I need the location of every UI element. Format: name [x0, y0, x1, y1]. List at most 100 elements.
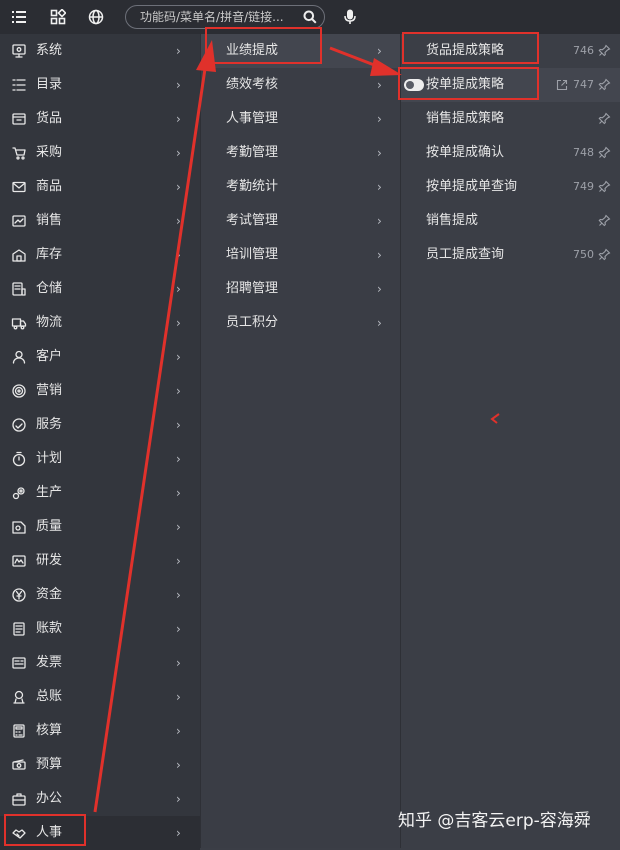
calculator-icon: [11, 723, 27, 739]
main-menu-item[interactable]: 质量 ›: [0, 510, 200, 544]
main-menu-item[interactable]: 货品 ›: [0, 102, 200, 136]
pin-icon[interactable]: [598, 44, 611, 57]
pin-icon[interactable]: [598, 180, 611, 193]
cash-icon: [11, 757, 27, 773]
globe-icon[interactable]: [88, 9, 104, 25]
leaf-menu-item-label: 货品提成策略: [426, 43, 505, 58]
rnd-icon: [11, 553, 27, 569]
main-menu-item[interactable]: 账款 ›: [0, 612, 200, 646]
main-menu-item[interactable]: 物流 ›: [0, 306, 200, 340]
leaf-menu-item-label: 按单提成策略: [426, 77, 505, 92]
chevron-right-icon: ›: [176, 486, 181, 500]
function-code: 747: [573, 78, 594, 91]
chevron-right-icon: ›: [377, 78, 382, 92]
sub-menu-item-label: 业绩提成: [226, 43, 279, 58]
sub-menu-item[interactable]: 招聘管理 ›: [201, 272, 400, 306]
user-icon: [11, 349, 27, 365]
quality-icon: [11, 519, 27, 535]
sub-menu-item-label: 考试管理: [226, 213, 279, 228]
toggle-switch[interactable]: [404, 79, 424, 91]
monitor-icon: [11, 43, 27, 59]
main-menu-item[interactable]: 总账 ›: [0, 680, 200, 714]
pin-icon[interactable]: [598, 146, 611, 159]
menu-list-icon[interactable]: [11, 9, 27, 25]
main-menu-item-label: 人事: [36, 825, 63, 840]
main-menu-item[interactable]: 办公 ›: [0, 782, 200, 816]
leaf-menu-item[interactable]: 按单提成单查询 749: [401, 170, 620, 204]
main-menu-item[interactable]: 计划 ›: [0, 442, 200, 476]
sub-menu-item[interactable]: 考勤管理 ›: [201, 136, 400, 170]
sub-menu-item[interactable]: 绩效考核 ›: [201, 68, 400, 102]
leaf-menu-item[interactable]: 员工提成查询 750: [401, 238, 620, 272]
main-menu-item-label: 服务: [36, 417, 63, 432]
main-menu-item-label: 目录: [36, 77, 63, 92]
chevron-right-icon: ›: [176, 588, 181, 602]
app-grid-icon[interactable]: [50, 9, 66, 25]
sub-menu-item[interactable]: 员工积分 ›: [201, 306, 400, 340]
chevron-right-icon: ›: [176, 520, 181, 534]
main-menu-item[interactable]: 采购 ›: [0, 136, 200, 170]
main-menu-item[interactable]: 销售 ›: [0, 204, 200, 238]
main-menu-item[interactable]: 资金 ›: [0, 578, 200, 612]
main-menu-item[interactable]: 库存 ›: [0, 238, 200, 272]
main-menu-item[interactable]: 人事 ›: [0, 816, 200, 850]
leaf-menu-item-label: 按单提成单查询: [426, 179, 518, 194]
pin-icon[interactable]: [598, 214, 611, 227]
main-menu-item-label: 质量: [36, 519, 63, 534]
sub-menu-item[interactable]: 业绩提成 ›: [201, 34, 400, 68]
main-menu-item-label: 办公: [36, 791, 63, 806]
sub-menu-item-label: 绩效考核: [226, 77, 279, 92]
open-external-icon[interactable]: [556, 79, 568, 91]
search-input[interactable]: [140, 6, 300, 28]
gears-icon: [11, 485, 27, 501]
main-menu-item[interactable]: 服务 ›: [0, 408, 200, 442]
list-icon: [11, 77, 27, 93]
pin-icon[interactable]: [598, 78, 611, 91]
main-menu-item-label: 账款: [36, 621, 63, 636]
main-menu-item[interactable]: 营销 ›: [0, 374, 200, 408]
top-toolbar: [0, 0, 620, 35]
leaf-menu-item[interactable]: 按单提成确认 748: [401, 136, 620, 170]
leaf-menu-item-label: 销售提成: [426, 213, 479, 228]
chevron-right-icon: ›: [176, 384, 181, 398]
sub-menu-item[interactable]: 考勤统计 ›: [201, 170, 400, 204]
main-menu-item[interactable]: 发票 ›: [0, 646, 200, 680]
main-menu-item-label: 核算: [36, 723, 63, 738]
microphone-icon[interactable]: [343, 9, 357, 25]
timer-icon: [11, 451, 27, 467]
pin-icon[interactable]: [598, 248, 611, 261]
chevron-right-icon: ›: [176, 146, 181, 160]
main-menu-item[interactable]: 研发 ›: [0, 544, 200, 578]
sub-menu-item[interactable]: 培训管理 ›: [201, 238, 400, 272]
search-box[interactable]: [125, 5, 325, 29]
main-menu-item[interactable]: 仓储 ›: [0, 272, 200, 306]
main-menu-item[interactable]: 目录 ›: [0, 68, 200, 102]
leaf-menu-item[interactable]: 按单提成策略 747: [401, 68, 620, 102]
leaf-menu-item[interactable]: 货品提成策略 746: [401, 34, 620, 68]
chevron-right-icon: ›: [377, 180, 382, 194]
main-menu-item-label: 研发: [36, 553, 63, 568]
chevron-right-icon: ›: [176, 350, 181, 364]
sub-menu-item[interactable]: 人事管理 ›: [201, 102, 400, 136]
pin-icon[interactable]: [598, 112, 611, 125]
sub-menu-item-label: 人事管理: [226, 111, 279, 126]
main-menu-item[interactable]: 生产 ›: [0, 476, 200, 510]
main-menu-item[interactable]: 系统 ›: [0, 34, 200, 68]
search-icon[interactable]: [303, 10, 317, 24]
leaf-menu-item[interactable]: 销售提成策略: [401, 102, 620, 136]
main-menu-item-label: 销售: [36, 213, 63, 228]
leaf-menu-item[interactable]: 销售提成: [401, 204, 620, 238]
main-menu-item[interactable]: 客户 ›: [0, 340, 200, 374]
chevron-right-icon: ›: [377, 248, 382, 262]
chevron-right-icon: ›: [176, 656, 181, 670]
chevron-right-icon: ›: [176, 44, 181, 58]
chevron-right-icon: ›: [176, 622, 181, 636]
main-menu-item-label: 计划: [36, 451, 63, 466]
main-menu-item[interactable]: 商品 ›: [0, 170, 200, 204]
main-menu-item-label: 发票: [36, 655, 63, 670]
sub-menu-item[interactable]: 考试管理 ›: [201, 204, 400, 238]
main-menu-item[interactable]: 核算 ›: [0, 714, 200, 748]
main-menu-item-label: 仓储: [36, 281, 63, 296]
main-menu-item[interactable]: 预算 ›: [0, 748, 200, 782]
sub-menu-item-label: 考勤统计: [226, 179, 279, 194]
